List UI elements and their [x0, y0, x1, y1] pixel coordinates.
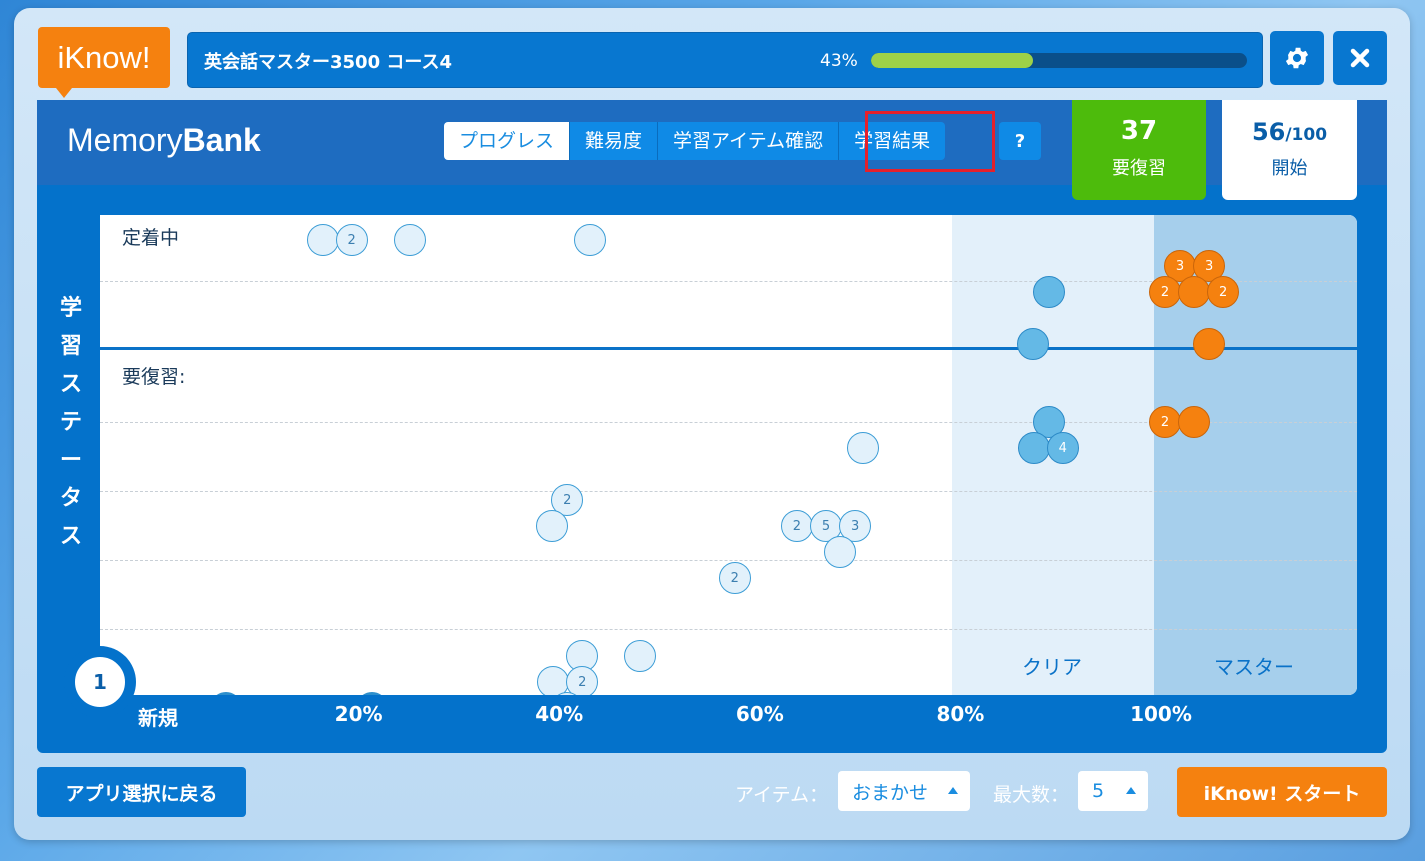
- y-axis-label-char: ス: [59, 372, 82, 397]
- item-bubble[interactable]: 2: [1207, 276, 1240, 308]
- course-header: 英会話マスター3500 コース4 43%: [187, 32, 1263, 88]
- caret-up-icon: [1126, 787, 1136, 794]
- close-icon: [1350, 48, 1370, 68]
- memory-bank-title: MemoryBank: [67, 122, 261, 159]
- tab-progress[interactable]: プログレス: [444, 122, 571, 160]
- y-axis-label-char: タ: [59, 486, 82, 511]
- category-retained: 定着中: [122, 227, 180, 249]
- item-bubble[interactable]: 2: [718, 562, 751, 594]
- tab-item-review[interactable]: 学習アイテム確認: [658, 122, 840, 160]
- item-bubble[interactable]: [393, 224, 426, 256]
- started-count: 56/100: [1222, 118, 1357, 146]
- progress-percent: 43%: [820, 51, 858, 71]
- started-label: 開始: [1271, 158, 1308, 179]
- iknow-start-button[interactable]: iKnow! スタート: [1177, 767, 1387, 817]
- item-bubble[interactable]: 2: [335, 224, 368, 256]
- review-count: 37: [1120, 116, 1158, 146]
- progress-bar: [871, 53, 1247, 68]
- grid-line: [100, 629, 1357, 630]
- progress-bar-fill: [871, 53, 1033, 68]
- x-tick-label: 新規: [138, 706, 178, 730]
- master-zone-label: マスター: [1214, 655, 1294, 679]
- help-button[interactable]: ?: [999, 122, 1041, 160]
- max-count-label: 最大数：: [993, 784, 1070, 806]
- iknow-logo: iKnow!: [38, 27, 170, 88]
- item-bubble[interactable]: [624, 640, 657, 672]
- close-button[interactable]: [1333, 31, 1387, 85]
- memory-bank-title-bold: Bank: [182, 122, 261, 158]
- y-axis-label-char: 学: [59, 296, 82, 321]
- x-tick-label: 80%: [936, 702, 985, 726]
- item-bubble[interactable]: [847, 432, 880, 464]
- y-axis-label-char: 習: [59, 334, 82, 359]
- category-review: 要復習:: [122, 366, 186, 388]
- item-bubble[interactable]: [1178, 406, 1211, 438]
- started-count-value: 56: [1251, 118, 1286, 146]
- item-bubble[interactable]: [1178, 276, 1211, 308]
- item-select-value: おまかせ: [852, 781, 929, 804]
- x-tick-label: 40%: [535, 702, 584, 726]
- item-bubble[interactable]: [1032, 276, 1065, 308]
- level-indicator: 1: [70, 652, 130, 712]
- tab-highlight-box: [865, 111, 995, 172]
- y-axis-label: 学習ステータス: [59, 290, 83, 556]
- tab-difficulty[interactable]: 難易度: [570, 122, 659, 160]
- course-title: 英会話マスター3500 コース4: [204, 52, 452, 73]
- review-label: 要復習: [1112, 158, 1166, 179]
- started-count-total: /100: [1285, 125, 1328, 145]
- settings-button[interactable]: [1270, 31, 1324, 85]
- x-tick-label: 60%: [735, 702, 784, 726]
- max-count-value: 5: [1092, 780, 1105, 802]
- clear-zone-label: クリア: [1022, 655, 1082, 679]
- item-bubble[interactable]: 2: [1149, 276, 1181, 308]
- started-count-box: 56/100 開始: [1222, 100, 1357, 200]
- item-bubble[interactable]: 2: [1149, 406, 1181, 438]
- review-count-box: 37 要復習: [1072, 100, 1206, 200]
- logo-tail: [56, 88, 72, 98]
- item-bubble[interactable]: [307, 224, 340, 256]
- y-axis-label-char: ス: [59, 524, 82, 549]
- item-bubble[interactable]: 3: [210, 692, 243, 695]
- item-bubble[interactable]: [1017, 432, 1050, 464]
- item-bubble[interactable]: [824, 536, 857, 568]
- item-bubble[interactable]: 2: [566, 666, 599, 695]
- x-tick-label: 20%: [334, 702, 383, 726]
- y-axis-label-char: テ: [59, 410, 82, 435]
- grid-line: [100, 491, 1357, 492]
- back-to-app-select-button[interactable]: アプリ選択に戻る: [37, 767, 246, 817]
- caret-up-icon: [948, 787, 958, 794]
- item-bubble[interactable]: [1193, 328, 1226, 360]
- grid-line: [100, 560, 1357, 561]
- item-select[interactable]: おまかせ: [838, 771, 970, 811]
- item-bubble[interactable]: 4: [1046, 432, 1079, 464]
- status-separator: [100, 347, 1357, 350]
- item-bubble[interactable]: [574, 224, 607, 256]
- item-bubble[interactable]: [536, 510, 569, 542]
- max-count-select[interactable]: 5: [1078, 771, 1148, 811]
- item-bubble[interactable]: [537, 666, 570, 695]
- item-bubble[interactable]: [355, 692, 388, 695]
- gear-icon: [1285, 47, 1309, 69]
- x-tick-label: 100%: [1130, 702, 1192, 726]
- y-axis-label-char: ー: [59, 448, 82, 473]
- item-label: アイテム：: [735, 784, 829, 806]
- item-bubble[interactable]: [1016, 328, 1049, 360]
- item-bubble[interactable]: 2: [780, 510, 813, 542]
- progress-chart: クリア マスター 定着中 要復習: 23322422253223: [100, 215, 1357, 695]
- memory-bank-title-light: Memory: [67, 122, 183, 158]
